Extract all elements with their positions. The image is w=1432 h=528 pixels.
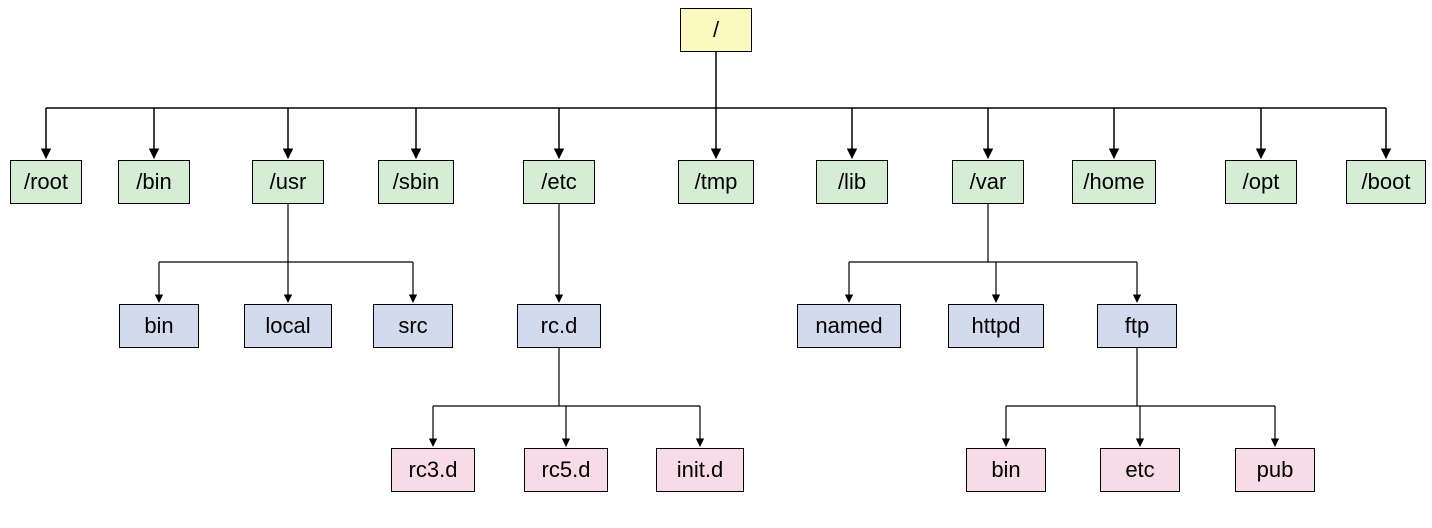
node-var-ftp: ftp (1097, 304, 1177, 348)
node-var-named: named (797, 304, 901, 348)
node-usr: /usr (252, 160, 324, 204)
node-root-dir: /root (10, 160, 82, 204)
node-ftp-pub: pub (1235, 448, 1315, 492)
node-ftp-etc: etc (1100, 448, 1180, 492)
node-lib: /lib (816, 160, 888, 204)
node-etc-rcd: rc.d (517, 304, 601, 348)
node-bin: /bin (118, 160, 190, 204)
node-boot: /boot (1346, 160, 1426, 204)
node-ftp-bin: bin (966, 448, 1046, 492)
node-initd: init.d (656, 448, 744, 492)
node-rc3d: rc3.d (391, 448, 475, 492)
node-etc: /etc (523, 160, 595, 204)
node-opt: /opt (1225, 160, 1297, 204)
node-home: /home (1072, 160, 1156, 204)
node-usr-src: src (373, 304, 453, 348)
node-usr-bin: bin (119, 304, 199, 348)
node-var: /var (952, 160, 1024, 204)
node-sbin: /sbin (378, 160, 454, 204)
node-usr-local: local (244, 304, 332, 348)
node-rc5d: rc5.d (524, 448, 608, 492)
node-tmp: /tmp (678, 160, 754, 204)
node-root: / (680, 8, 752, 52)
filesystem-tree-diagram: / /root /bin /usr /sbin /etc /tmp /lib /… (0, 0, 1432, 528)
node-var-httpd: httpd (948, 304, 1044, 348)
